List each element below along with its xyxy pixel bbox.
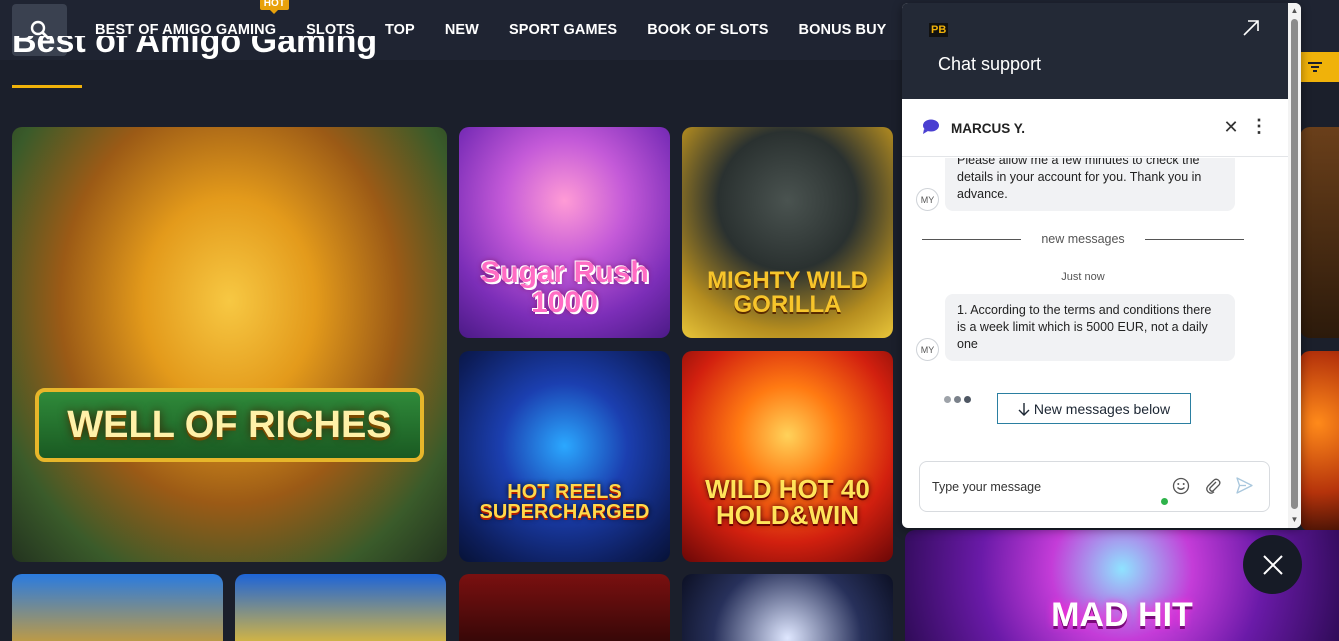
scroll-up-arrow-icon[interactable]: ▲ [1288,5,1301,17]
paperclip-icon[interactable] [1205,477,1221,495]
message-bubble: Please allow me a few minutes to check t… [945,158,1235,211]
game-tile-partial[interactable] [1300,351,1339,531]
game-tile[interactable] [235,574,446,641]
avatar: MY [916,338,939,361]
nav-item-bonus-buy[interactable]: BONUS BUY [784,22,902,38]
send-icon[interactable] [1236,477,1253,494]
game-title: WELL OF RICHES [35,387,424,462]
divider-line [922,238,1022,240]
message-composer [919,461,1270,512]
scroll-down-arrow-icon[interactable]: ▼ [1288,514,1301,526]
game-tile-sugar-rush-1000[interactable]: Sugar Rush 1000 [459,127,670,338]
game-tile[interactable] [459,574,670,641]
new-messages-below-button[interactable]: New messages below [997,393,1191,424]
agent-name: MARCUS Y. [951,121,1026,136]
button-label: New messages below [1033,400,1171,417]
nav-item-book-of-slots[interactable]: BOOK OF SLOTS [632,22,783,38]
close-icon[interactable]: ✕ [1221,117,1241,137]
chat-bubble-icon [923,119,939,134]
scrollbar-thumb[interactable] [1291,19,1298,509]
agent-bar: MARCUS Y. ✕ ⋮ [902,99,1288,157]
close-icon [1262,554,1283,575]
filter-icon [1307,62,1322,72]
game-title: WILD HOT 40 HOLD&WIN [705,473,870,530]
avatar: MY [916,188,939,211]
game-tile[interactable] [682,574,893,641]
game-title: MAD HIT [1051,596,1193,634]
nav-item-top[interactable]: TOP [370,22,430,38]
divider-label: new messages [1041,232,1125,246]
game-tile-hot-reels[interactable]: HOT REELS SUPERCHARGED [459,351,670,562]
chat-header: PB Chat support [902,3,1288,99]
message-list: MY Please allow me a few minutes to chec… [902,158,1288,448]
message-input[interactable] [932,474,1162,500]
game-tile-well-of-riches[interactable]: WELL OF RICHES [12,127,447,562]
game-title: HOT REELS SUPERCHARGED [479,480,650,523]
emoji-icon[interactable] [1172,477,1190,495]
hot-badge: HOT [259,0,290,14]
chat-logo: PB [929,23,949,37]
nav-item-sport-games[interactable]: SPORT GAMES [494,22,632,38]
divider-line [1144,238,1244,240]
nav-item-new[interactable]: NEW [430,22,494,38]
typing-dot [954,396,961,403]
arrow-down-icon [1018,402,1030,416]
typing-dot [944,396,951,403]
game-title: MIGHTY WILD GORILLA [707,266,868,318]
game-title: Sugar Rush 1000 [480,255,649,319]
message-timestamp: Just now [1061,271,1105,283]
new-messages-divider: new messages [922,231,1244,247]
message-row: MY Please allow me a few minutes to chec… [916,158,1235,211]
title-underline [12,85,82,88]
online-status-dot [1161,498,1168,505]
close-chat-button[interactable] [1243,535,1302,594]
more-options-icon[interactable]: ⋮ [1250,117,1268,137]
game-tile-partial[interactable] [1300,127,1339,338]
typing-indicator [944,396,971,403]
message-row: MY 1. According to the terms and conditi… [916,294,1235,361]
game-tile-wild-hot-40[interactable]: WILD HOT 40 HOLD&WIN [682,351,893,562]
game-tile-mighty-wild-gorilla[interactable]: MIGHTY WILD GORILLA [682,127,893,338]
chat-title: Chat support [938,54,1042,74]
message-bubble: 1. According to the terms and conditions… [945,294,1235,361]
game-tile[interactable] [12,574,223,641]
page-title: Best of Amigo Gaming [12,36,378,60]
typing-dot [964,396,971,403]
expand-icon[interactable] [1242,19,1260,37]
chat-widget: PB Chat support MARCUS Y. ✕ ⋮ MY Please … [902,3,1301,528]
